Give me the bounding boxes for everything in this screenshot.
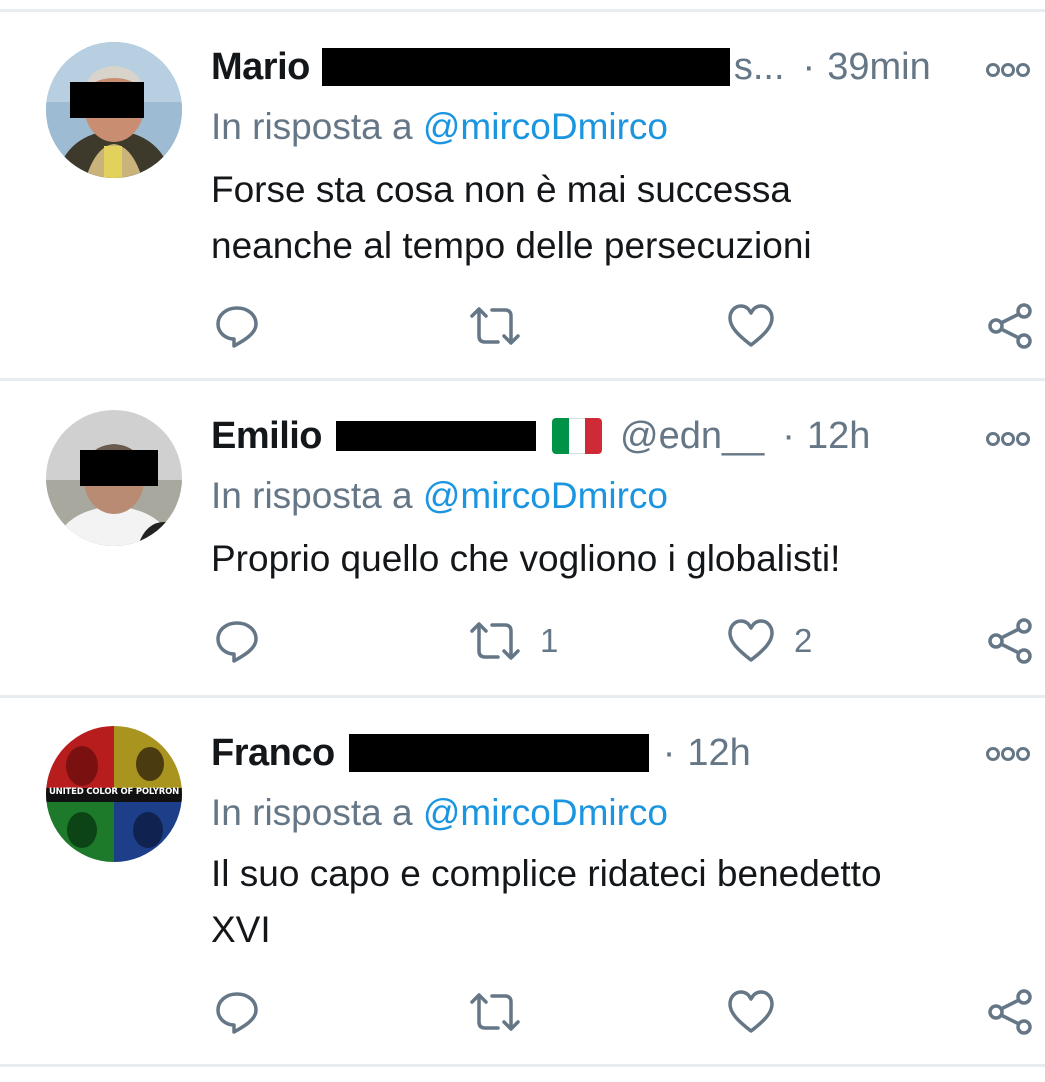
share-icon xyxy=(988,618,1032,664)
avatar[interactable]: UNITED COLOR OF POLYRON xyxy=(46,726,182,862)
heart-icon xyxy=(728,990,774,1033)
retweet-icon xyxy=(470,993,520,1031)
avatar[interactable] xyxy=(46,42,182,178)
mention-link[interactable]: @mircoDmirco xyxy=(423,106,668,147)
display-name[interactable]: Franco xyxy=(211,732,335,775)
tweet-text-line: Il suo capo e complice ridateci benedett… xyxy=(211,853,882,894)
retweet-button[interactable] xyxy=(468,988,522,1036)
more-options-icon[interactable] xyxy=(985,429,1031,449)
like-button[interactable] xyxy=(726,988,776,1036)
reply-prefix: In risposta a xyxy=(211,106,413,147)
more-options-icon[interactable] xyxy=(985,744,1031,764)
tweet-header: Emilio @edn__ · 12h xyxy=(211,411,870,461)
share-button[interactable] xyxy=(986,617,1034,665)
handle-truncated: s... xyxy=(733,45,785,88)
tweet-text-line: Forse sta cosa non è mai successa xyxy=(211,169,791,210)
reply-context: In risposta a @mircoDmirco xyxy=(211,106,668,148)
share-icon xyxy=(988,989,1032,1035)
redacted-username xyxy=(336,421,537,451)
comment-icon xyxy=(216,621,258,663)
redacted-username xyxy=(348,734,649,772)
reply-context: In risposta a @mircoDmirco xyxy=(211,475,668,517)
comment-icon xyxy=(216,306,258,348)
timestamp[interactable]: 12h xyxy=(807,415,870,458)
tweet-text-line: Proprio quello che vogliono i globalisti… xyxy=(211,538,841,579)
reply-prefix: In risposta a xyxy=(211,475,413,516)
italy-flag-icon xyxy=(552,418,603,454)
tweet-text: Il suo capo e complice ridateci benedett… xyxy=(211,846,1001,958)
display-name[interactable]: Mario xyxy=(211,46,310,89)
tweet-text: Forse sta cosa non è mai successa neanch… xyxy=(211,162,1001,274)
tweet[interactable]: Mario s... · 39min In risposta a @mircoD… xyxy=(0,12,1045,378)
redacted-username xyxy=(321,48,730,86)
heart-icon xyxy=(728,304,774,347)
reply-context: In risposta a @mircoDmirco xyxy=(211,792,668,834)
like-count: 2 xyxy=(794,622,813,659)
handle: @edn__ xyxy=(620,414,765,457)
avatar[interactable] xyxy=(46,410,182,546)
reply-button[interactable] xyxy=(213,302,261,350)
retweet-button[interactable]: 1 xyxy=(468,617,558,665)
redaction-bar xyxy=(70,82,144,118)
tweet-text: Proprio quello che vogliono i globalisti… xyxy=(211,531,1001,587)
separator: · xyxy=(662,731,676,774)
tweet-text-line: neanche al tempo delle persecuzioni xyxy=(211,225,812,266)
share-button[interactable] xyxy=(986,302,1034,350)
like-button[interactable]: 2 xyxy=(726,617,812,665)
comment-icon xyxy=(216,992,258,1034)
like-button[interactable] xyxy=(726,302,776,350)
tweet-header: Mario s... · 39min xyxy=(211,42,931,92)
tweet[interactable]: Emilio @edn__ · 12h In risposta a @mirco… xyxy=(0,381,1045,695)
reply-prefix: In risposta a xyxy=(211,792,413,833)
divider xyxy=(0,1064,1045,1067)
tweet-header: Franco · 12h xyxy=(211,728,751,778)
redaction-bar xyxy=(80,450,158,486)
separator: · xyxy=(782,414,795,457)
more-options-icon[interactable] xyxy=(985,60,1031,80)
timestamp[interactable]: 12h xyxy=(687,732,750,775)
share-icon xyxy=(988,303,1032,349)
reply-button[interactable] xyxy=(213,988,261,1036)
separator: · xyxy=(802,45,816,88)
timestamp[interactable]: 39min xyxy=(827,46,931,89)
heart-icon xyxy=(728,619,774,662)
retweet-button[interactable] xyxy=(468,302,522,350)
mention-link[interactable]: @mircoDmirco xyxy=(423,475,668,516)
retweet-count: 1 xyxy=(540,622,559,659)
share-button[interactable] xyxy=(986,988,1034,1036)
mention-link[interactable]: @mircoDmirco xyxy=(423,792,668,833)
retweet-icon xyxy=(470,307,520,345)
tweet-text-line: XVI xyxy=(211,909,271,950)
avatar-caption: UNITED COLOR OF POLYRON xyxy=(48,787,180,797)
reply-button[interactable] xyxy=(213,617,261,665)
tweet[interactable]: UNITED COLOR OF POLYRON Franco · 12h In … xyxy=(0,698,1045,1064)
retweet-icon xyxy=(470,622,520,660)
display-name[interactable]: Emilio xyxy=(211,415,323,458)
